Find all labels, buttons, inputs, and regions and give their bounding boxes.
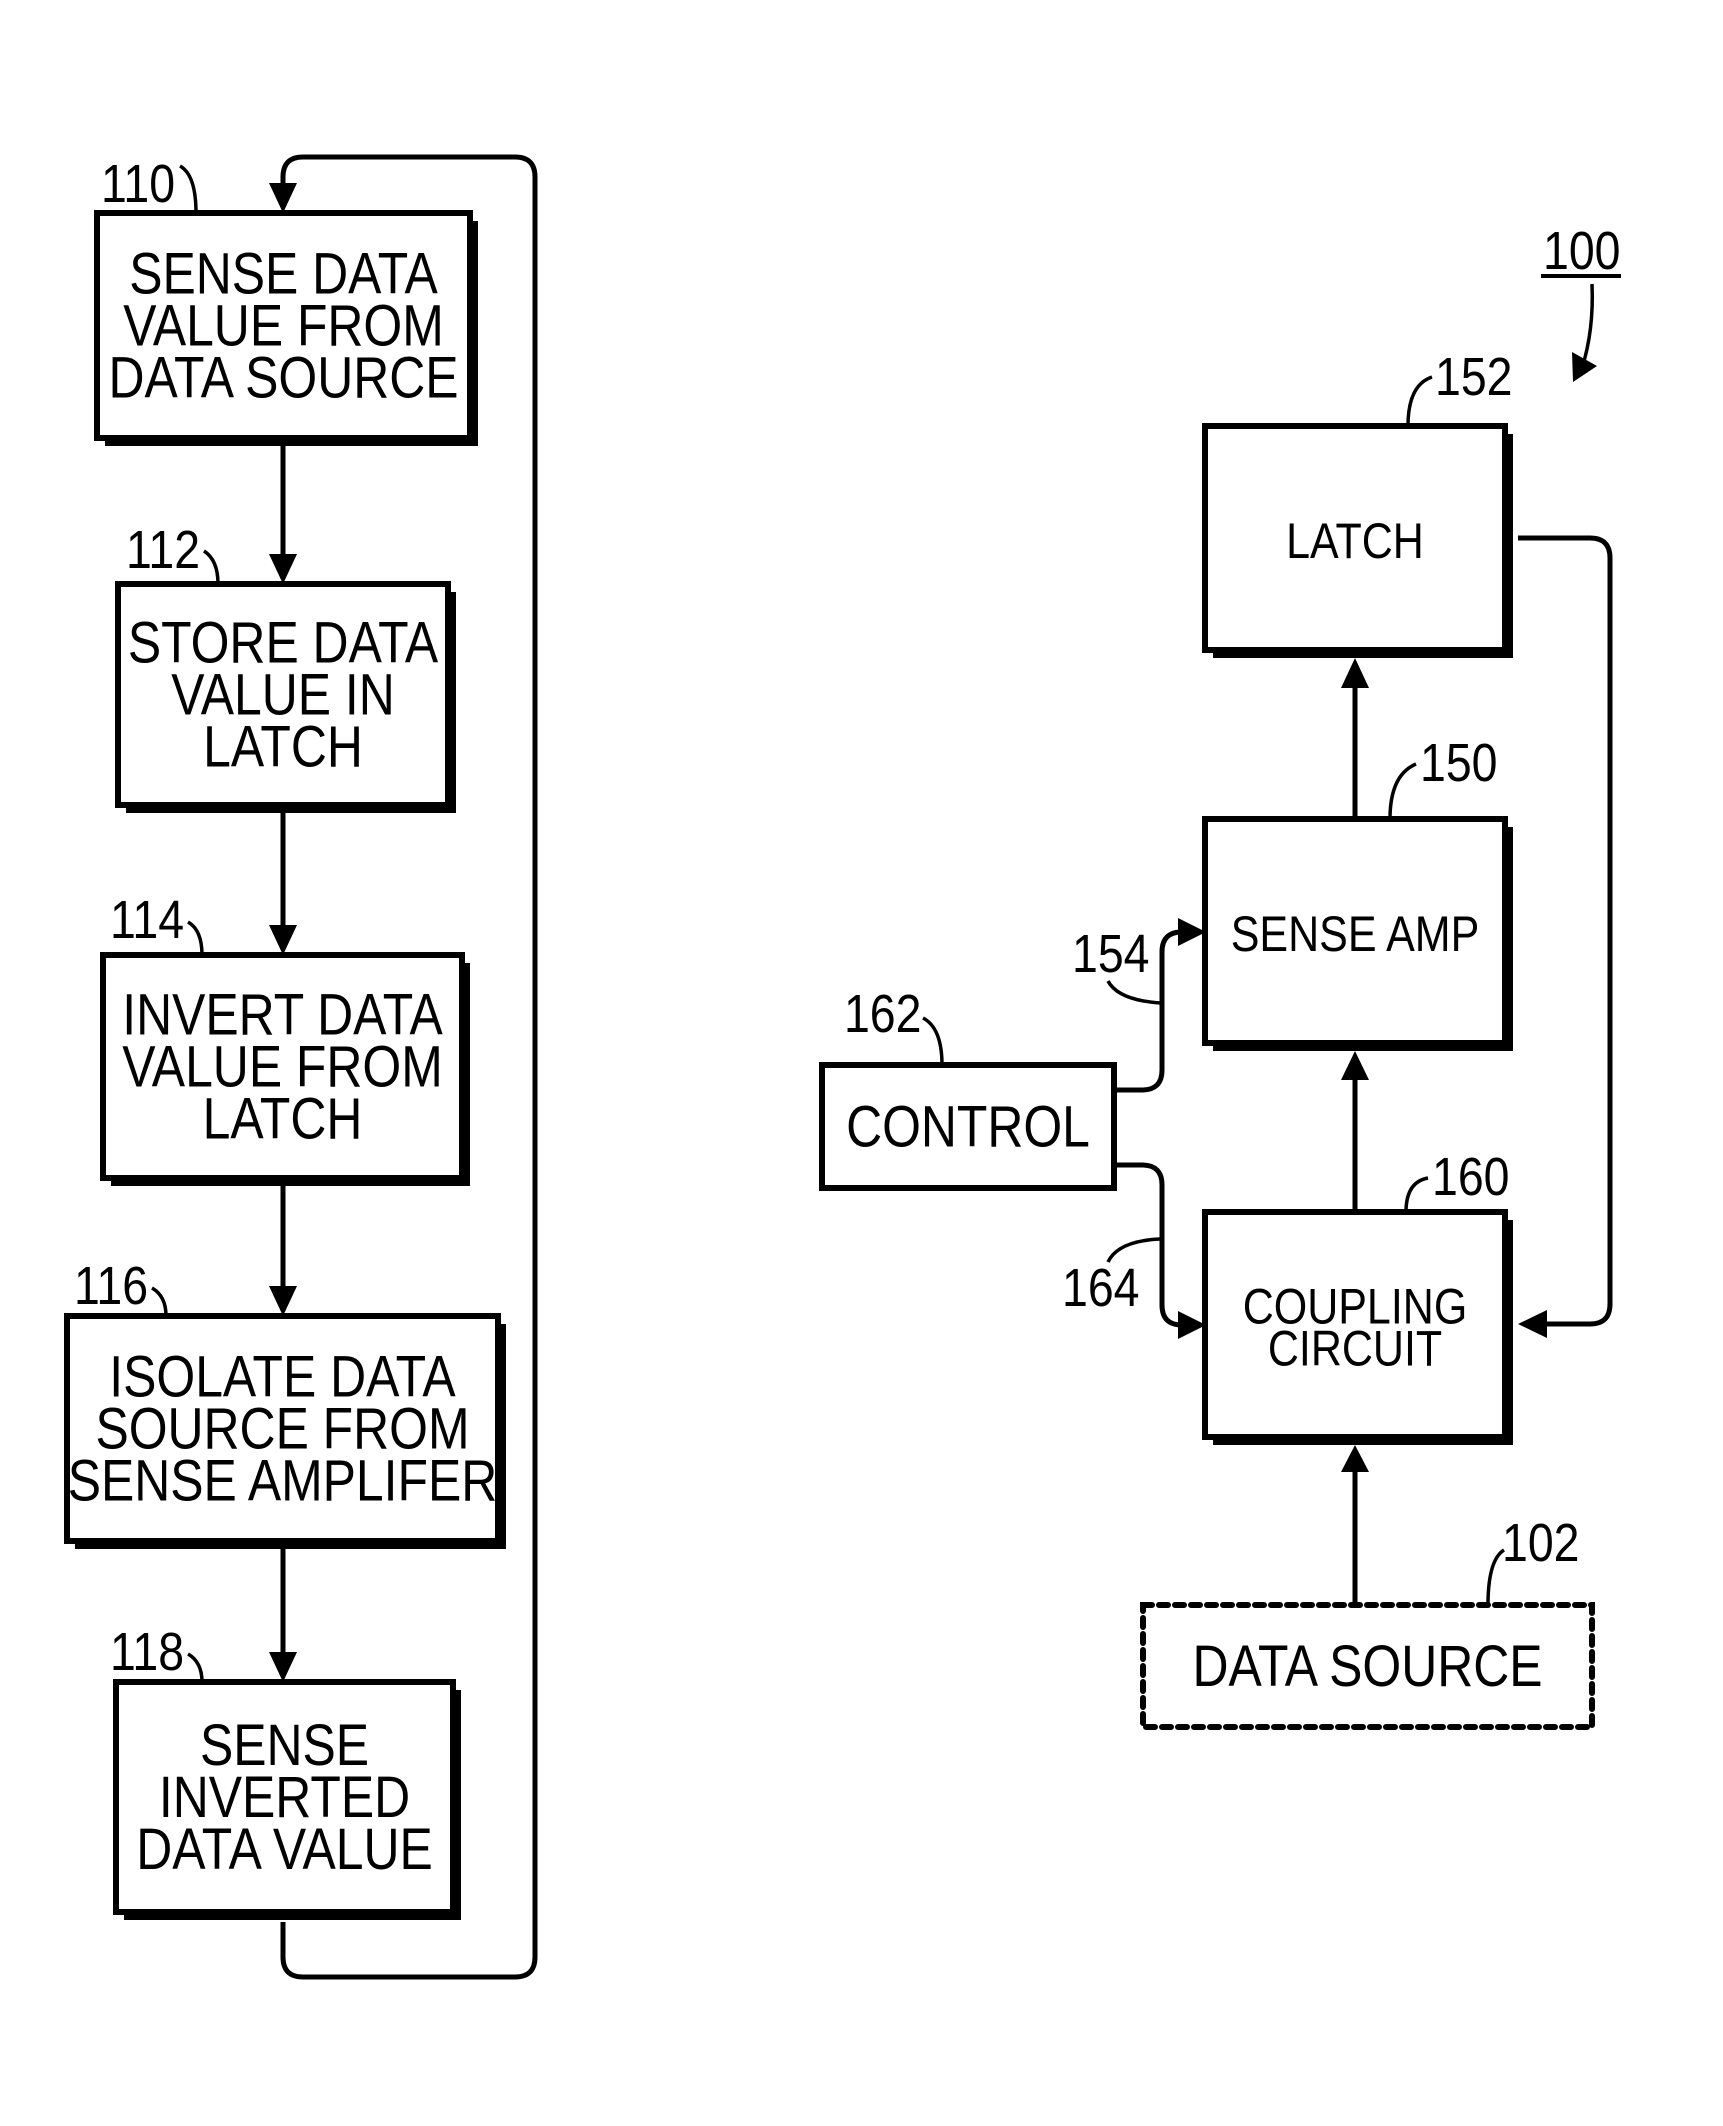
block-coupling-circuit: COUPLINGCIRCUIT160 [1202,1146,1513,1445]
arrowhead-into-latch-bottom [1341,658,1369,688]
reference-numeral: 110 [101,153,175,214]
reference-leader-line [1406,375,1433,427]
block-control: CONTROL 162 [819,983,1117,1191]
block-sense-amp: SENSE AMP 150 [1202,732,1513,1051]
reference-leader-line [151,1286,168,1317]
box-text-line: LATCH [1286,513,1424,569]
reference-leader-line [1388,762,1417,820]
reference-leader-line [179,164,198,214]
flowchart: SENSE DATAVALUE FROMDATA SOURCE110 STORE… [64,153,538,1980]
arrowhead-into-step-112 [269,554,297,584]
arrowhead-into-coupling-right [1518,1310,1547,1338]
reference-numeral: 162 [844,983,921,1044]
reference-numeral: 118 [110,1621,184,1682]
reference-leader-line [922,1016,944,1066]
reference-numeral: 102 [1502,1512,1579,1573]
block-data-source: DATA SOURCE 102 [1140,1512,1595,1730]
box-text-line: LATCH [203,1087,363,1151]
wire-latch-to-coupling-feedback [1518,535,1613,1327]
box-text-line: DATA SOURCE [1192,1635,1542,1699]
reference-numeral: 116 [74,1255,148,1316]
reference-numeral: 150 [1420,732,1497,793]
box-text-line: SENSE AMP [1231,906,1479,962]
box-text-line: SENSE AMPLIFER [68,1449,498,1513]
arrowhead-into-step-116 [269,1286,297,1316]
signal-label-154: 154 [1072,923,1149,984]
block-diagram: 100 154 164 LATCH152 SENSE AMP150 COUPLI… [819,220,1621,1730]
reference-leader-line [187,920,204,956]
reference-numeral: 112 [126,519,200,580]
reference-numeral: 114 [110,889,184,950]
arrowhead-into-sense-amp-bottom [1341,1051,1369,1080]
box-text-line: CONTROL [846,1095,1090,1159]
patent-figure: SENSE DATAVALUE FROMDATA SOURCE110 STORE… [64,153,1621,1980]
reference-numeral: 152 [1435,346,1512,407]
box-text-line: LATCH [203,715,363,779]
reference-numeral: 160 [1432,1146,1509,1207]
figure-number-label: 100 [1543,220,1620,281]
arrowhead-into-step-118 [269,1652,297,1682]
arrowhead-into-sense-amp-left [1178,918,1206,946]
box-text-line: CIRCUIT [1268,1320,1442,1376]
reference-leader-line [1404,1176,1429,1213]
reference-leader-line [202,549,220,585]
signal-leader-154 [1106,980,1161,1005]
signal-label-164: 164 [1062,1257,1139,1318]
arrowhead-into-step-114 [269,925,297,955]
reference-leader-line [187,1652,204,1683]
block-latch: LATCH 152 [1202,346,1513,658]
arrowhead-into-coupling-left [1178,1311,1206,1339]
box-text-line: DATA SOURCE [108,346,458,410]
box-text-line: DATA VALUE [136,1818,433,1882]
figure-number-pointer [1580,283,1595,369]
arrowhead-into-coupling-bottom [1341,1445,1369,1472]
arrowhead-into-step-110 [269,183,297,213]
